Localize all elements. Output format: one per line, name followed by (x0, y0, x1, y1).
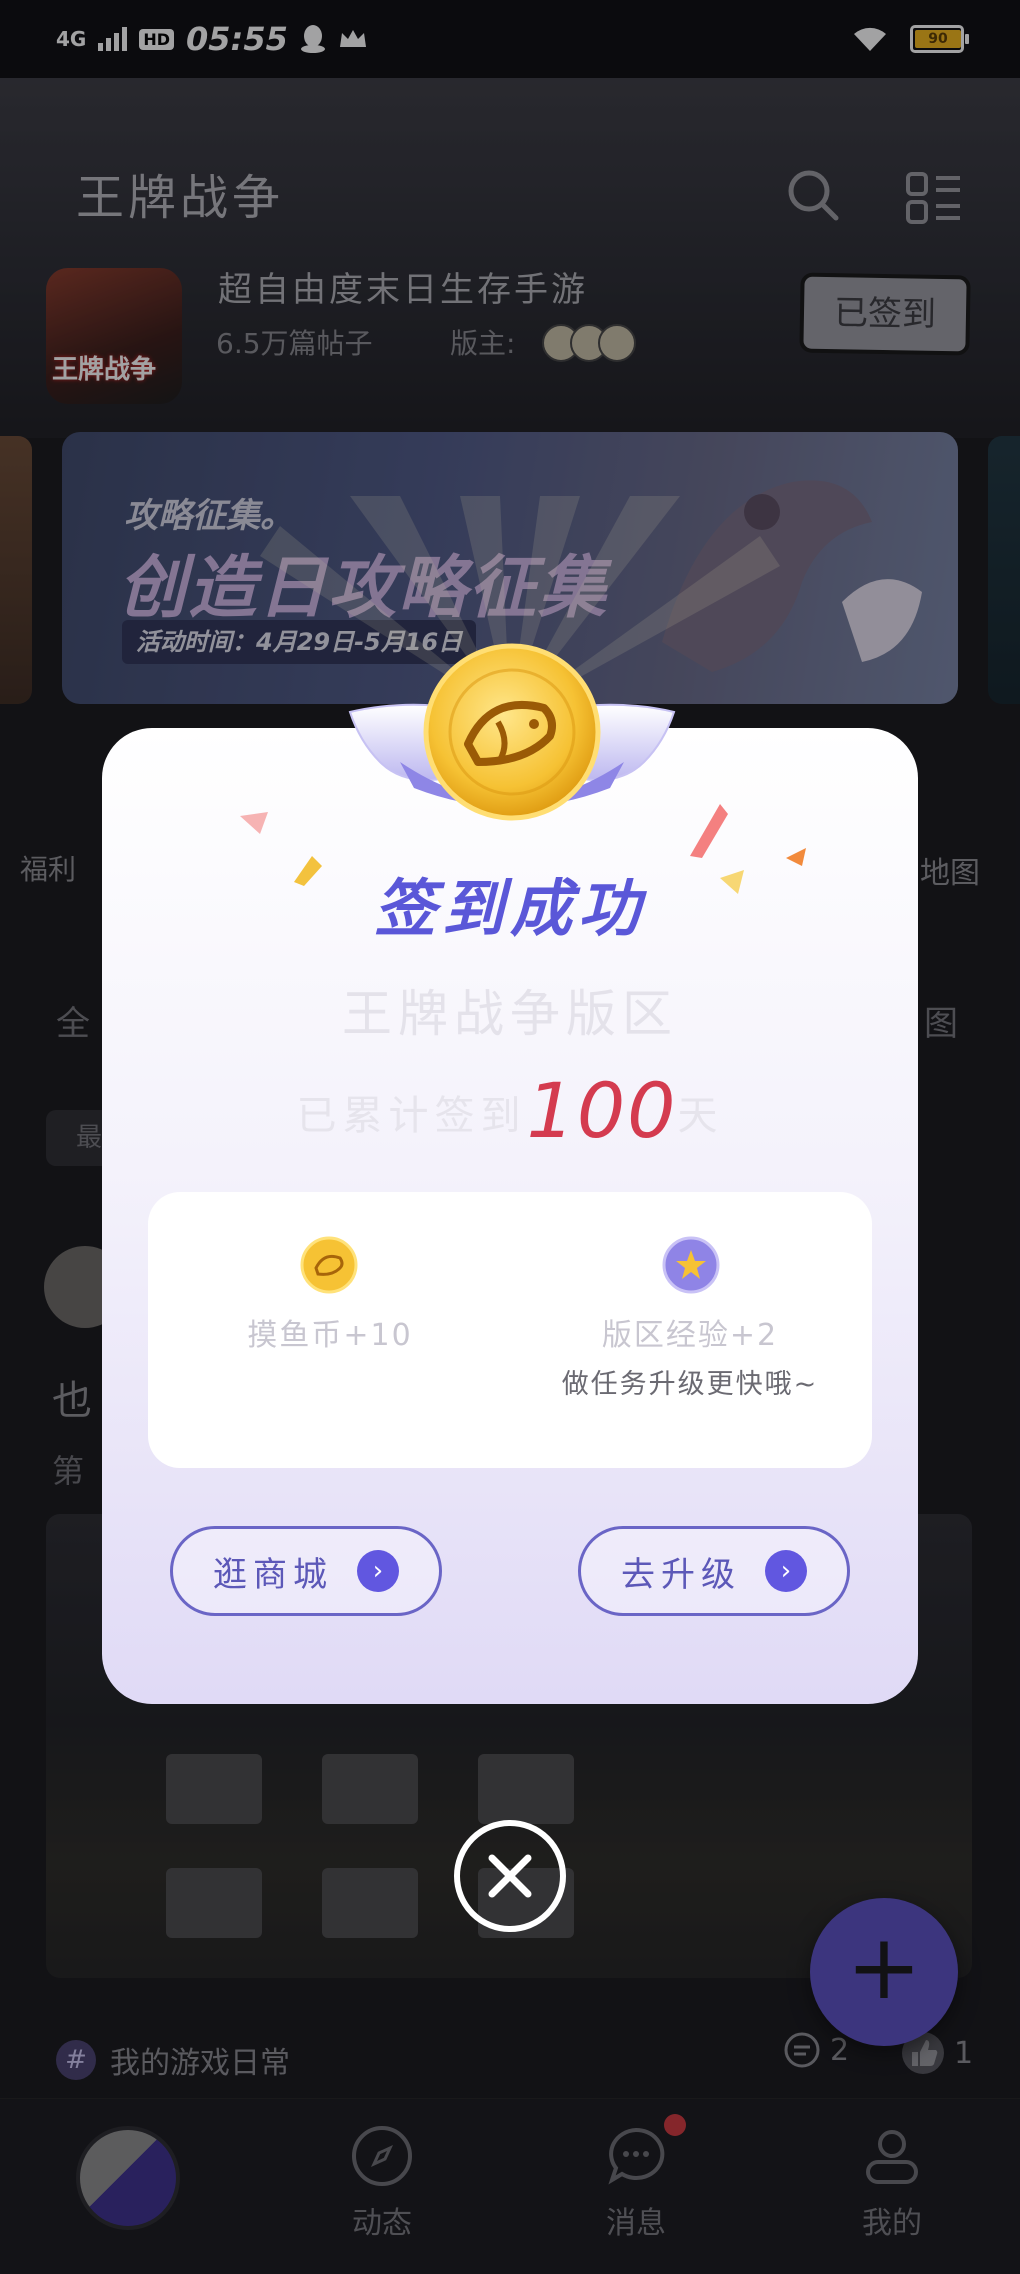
fish-coin-medal-icon (348, 643, 676, 821)
button-label: 逛商城 (213, 1554, 333, 1595)
close-icon (488, 1854, 532, 1898)
chevron-right-icon: › (765, 1550, 807, 1592)
confetti (690, 804, 728, 858)
chevron-right-icon: › (357, 1550, 399, 1592)
reward-exp-label: 版区经验+2 (601, 1318, 779, 1353)
upgrade-button[interactable]: 去升级 › (578, 1526, 850, 1616)
button-label: 去升级 (621, 1554, 741, 1595)
streak-prefix: 已累计签到 (296, 1093, 527, 1139)
fish-coin-icon (300, 1236, 358, 1294)
streak-suffix: 天 (677, 1093, 724, 1139)
sign-in-streak: 已累计签到100天 (0, 1066, 1020, 1155)
star-badge-icon (662, 1236, 720, 1294)
streak-days: 100 (526, 1066, 678, 1155)
reward-coin-label: 摸鱼币+10 (247, 1318, 413, 1353)
dialog-forum-name: 王牌战争版区 (342, 985, 678, 1043)
confetti (240, 812, 268, 834)
reward-tip: 做任务升级更快哦~ (561, 1369, 819, 1400)
close-button[interactable] (454, 1820, 566, 1932)
visit-mall-button[interactable]: 逛商城 › (170, 1526, 442, 1616)
dialog-title: 签到成功 (373, 872, 646, 945)
